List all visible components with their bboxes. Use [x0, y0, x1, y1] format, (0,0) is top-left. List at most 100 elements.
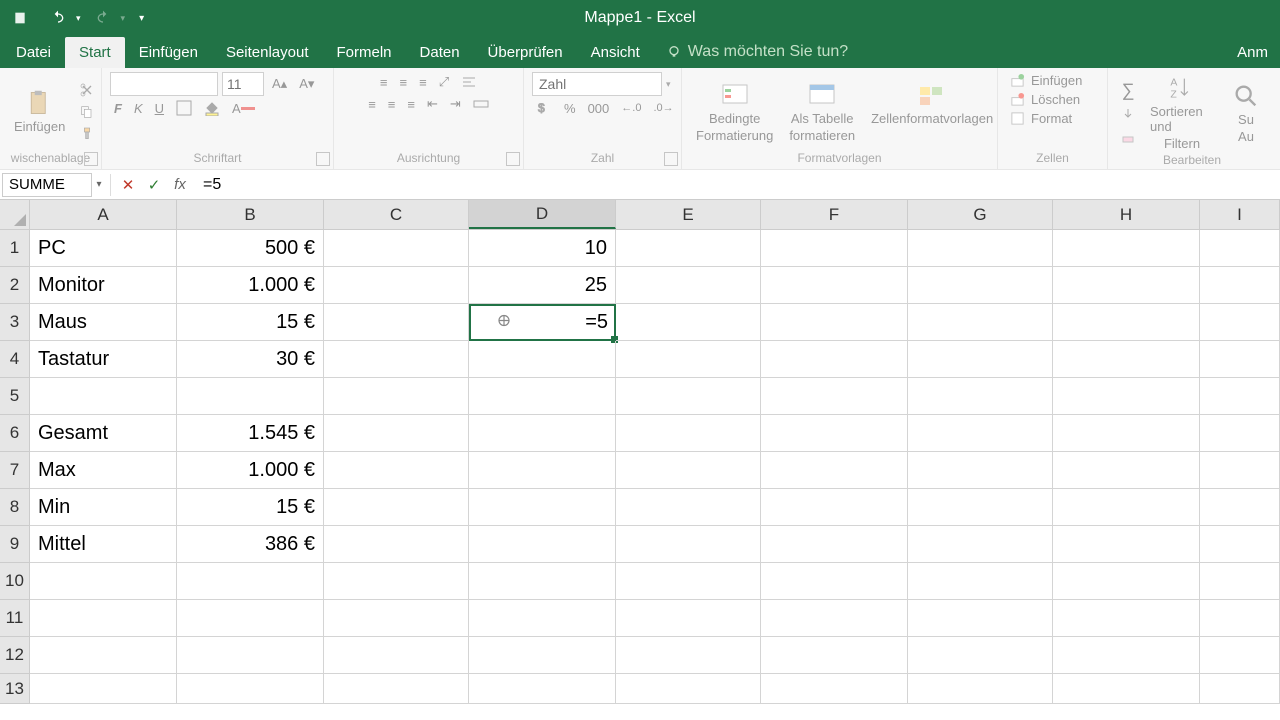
fill-button[interactable]: [1116, 105, 1140, 125]
delete-cells-button[interactable]: Löschen: [1006, 91, 1084, 108]
cell-i2[interactable]: [1200, 267, 1280, 304]
cell-a10[interactable]: [30, 563, 177, 600]
cell-d12[interactable]: [469, 637, 616, 674]
cell-h9[interactable]: [1053, 526, 1200, 563]
autosum-button[interactable]: ∑: [1116, 78, 1140, 103]
percent-button[interactable]: %: [560, 99, 580, 118]
undo-dropdown-icon[interactable]: ▾: [76, 13, 81, 24]
cell-d5[interactable]: [469, 378, 616, 415]
col-header-d[interactable]: D: [469, 200, 616, 229]
cell-i3[interactable]: [1200, 304, 1280, 341]
tab-start[interactable]: Start: [65, 37, 125, 68]
cell-f13[interactable]: [761, 674, 908, 704]
col-header-i[interactable]: I: [1200, 200, 1280, 229]
select-all-corner[interactable]: [0, 200, 30, 230]
cell-e4[interactable]: [616, 341, 761, 378]
cell-b3[interactable]: 15 €: [177, 304, 324, 341]
cell-d13[interactable]: [469, 674, 616, 704]
cell-e11[interactable]: [616, 600, 761, 637]
cell-i10[interactable]: [1200, 563, 1280, 600]
cell-e5[interactable]: [616, 378, 761, 415]
italic-button[interactable]: K: [130, 99, 147, 118]
cell-g9[interactable]: [908, 526, 1053, 563]
enter-button[interactable]: ✓: [141, 173, 167, 197]
cell-d9[interactable]: [469, 526, 616, 563]
tab-formeln[interactable]: Formeln: [323, 37, 406, 68]
cell-i13[interactable]: [1200, 674, 1280, 704]
col-header-f[interactable]: F: [761, 200, 908, 229]
col-header-c[interactable]: C: [324, 200, 469, 229]
underline-button[interactable]: U: [151, 99, 168, 118]
cell-h12[interactable]: [1053, 637, 1200, 674]
wrap-text-button[interactable]: [457, 72, 481, 92]
cell-b5[interactable]: [177, 378, 324, 415]
cell-g12[interactable]: [908, 637, 1053, 674]
number-launcher-icon[interactable]: [664, 152, 678, 166]
increase-font-button[interactable]: A▴: [268, 74, 291, 94]
tab-ueberpruefen[interactable]: Überprüfen: [474, 37, 577, 68]
row-header-10[interactable]: 10: [0, 563, 30, 600]
cell-f8[interactable]: [761, 489, 908, 526]
cell-b12[interactable]: [177, 637, 324, 674]
cell-b8[interactable]: 15 €: [177, 489, 324, 526]
format-painter-button[interactable]: [75, 124, 99, 144]
cell-i12[interactable]: [1200, 637, 1280, 674]
cell-i8[interactable]: [1200, 489, 1280, 526]
cell-g1[interactable]: [908, 230, 1053, 267]
paste-button[interactable]: Einfügen: [8, 87, 71, 136]
cell-c5[interactable]: [324, 378, 469, 415]
cell-h5[interactable]: [1053, 378, 1200, 415]
cell-i5[interactable]: [1200, 378, 1280, 415]
cell-h3[interactable]: [1053, 304, 1200, 341]
cell-h2[interactable]: [1053, 267, 1200, 304]
cell-c9[interactable]: [324, 526, 469, 563]
accounting-format-button[interactable]: $: [532, 98, 556, 118]
cell-f1[interactable]: [761, 230, 908, 267]
cell-f4[interactable]: [761, 341, 908, 378]
cell-f11[interactable]: [761, 600, 908, 637]
cell-d2[interactable]: 25: [469, 267, 616, 304]
insert-function-button[interactable]: fx: [167, 173, 193, 197]
redo-dropdown-icon[interactable]: ▾: [121, 13, 126, 24]
decrease-font-button[interactable]: A▾: [295, 74, 318, 94]
cell-g6[interactable]: [908, 415, 1053, 452]
cell-styles-button[interactable]: Zellenformatvorlagen: [865, 79, 999, 145]
cell-c11[interactable]: [324, 600, 469, 637]
cell-a13[interactable]: [30, 674, 177, 704]
cell-c8[interactable]: [324, 489, 469, 526]
cut-button[interactable]: [75, 80, 99, 100]
cell-c4[interactable]: [324, 341, 469, 378]
row-header-9[interactable]: 9: [0, 526, 30, 563]
cell-h13[interactable]: [1053, 674, 1200, 704]
cell-e6[interactable]: [616, 415, 761, 452]
cell-h4[interactable]: [1053, 341, 1200, 378]
cell-b2[interactable]: 1.000 €: [177, 267, 324, 304]
cell-e2[interactable]: [616, 267, 761, 304]
clear-button[interactable]: [1116, 127, 1140, 147]
row-header-8[interactable]: 8: [0, 489, 30, 526]
cell-a4[interactable]: Tastatur: [30, 341, 177, 378]
cell-h10[interactable]: [1053, 563, 1200, 600]
cell-h6[interactable]: [1053, 415, 1200, 452]
cell-a3[interactable]: Maus: [30, 304, 177, 341]
align-left-button[interactable]: ≡: [364, 95, 380, 114]
cell-f6[interactable]: [761, 415, 908, 452]
row-header-6[interactable]: 6: [0, 415, 30, 452]
cell-i9[interactable]: [1200, 526, 1280, 563]
tab-ansicht[interactable]: Ansicht: [577, 37, 654, 68]
align-middle-button[interactable]: ≡: [396, 73, 412, 92]
cell-d7[interactable]: [469, 452, 616, 489]
row-header-3[interactable]: 3: [0, 304, 30, 341]
cell-a12[interactable]: [30, 637, 177, 674]
cell-i6[interactable]: [1200, 415, 1280, 452]
cell-a6[interactable]: Gesamt: [30, 415, 177, 452]
format-as-table-button[interactable]: Als Tabelle formatieren: [783, 79, 861, 145]
cell-h8[interactable]: [1053, 489, 1200, 526]
decrease-indent-button[interactable]: ⇤: [423, 94, 442, 114]
font-size-input[interactable]: [222, 72, 264, 96]
row-header-11[interactable]: 11: [0, 600, 30, 637]
increase-decimal-button[interactable]: ←.0: [617, 100, 645, 116]
redo-button[interactable]: [89, 6, 117, 30]
align-center-button[interactable]: ≡: [384, 95, 400, 114]
copy-button[interactable]: [75, 102, 99, 122]
